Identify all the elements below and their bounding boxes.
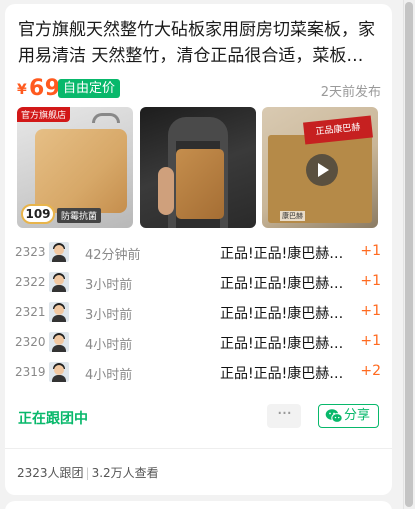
order-row: 2321 3小时前 正品!正品!康巴赫天然整竹 +1 [15, 300, 381, 326]
cutting-board-graphic [176, 149, 224, 219]
board-handle-graphic [92, 113, 120, 123]
share-label: 分享 [344, 408, 371, 423]
order-row: 2323 42分钟前 正品!正品!康巴赫天然整竹 +1 [15, 240, 381, 266]
order-row: 2319 4小时前 正品!正品!康巴赫天然整竹 +2 [15, 360, 381, 386]
product-image-1[interactable]: 官方旗舰店 109 防霉抗菌 [17, 107, 133, 228]
feature-tag: 防霉抗菌 [57, 208, 102, 223]
user-avatar-icon [49, 272, 69, 292]
card-stats: 2323人跟团 | 3.2万人查看 [17, 464, 159, 481]
order-product-name: 正品!正品!康巴赫天然整竹 [220, 306, 345, 322]
video-caption: 康巴赫 [280, 211, 305, 221]
view-count: 3.2万人查看 [91, 466, 159, 480]
order-product-name: 正品!正品!康巴赫天然整竹 [220, 366, 345, 382]
cutting-board-graphic [35, 129, 127, 213]
order-time: 4小时前 [85, 338, 133, 353]
order-time: 4小时前 [85, 368, 133, 383]
price-currency: ¥ [17, 82, 27, 98]
order-row: 2320 4小时前 正品!正品!康巴赫天然整竹 +1 [15, 330, 381, 356]
divider [5, 448, 392, 449]
order-number: 2323 [15, 245, 46, 259]
more-button[interactable]: ··· [267, 404, 301, 428]
scrollbar-thumb[interactable] [405, 2, 413, 507]
publish-time: 2天前发布 [320, 85, 381, 100]
product-video-thumbnail[interactable]: 正品康巴赫 康巴赫 [262, 107, 378, 228]
product-image-2[interactable] [140, 107, 256, 228]
product-title[interactable]: 官方旗舰天然整竹大砧板家用厨房切菜案板，家用易清洁 天然整竹，清仓正品很合适，菜… [18, 17, 380, 69]
user-avatar-icon [49, 302, 69, 322]
user-avatar-icon [49, 362, 69, 382]
order-number: 2322 [15, 275, 46, 289]
wechat-icon [325, 409, 343, 423]
image-price-tag: 109 [21, 204, 55, 224]
order-quantity: +1 [360, 243, 381, 259]
order-product-name: 正品!正品!康巴赫天然整竹 [220, 246, 345, 262]
user-avatar-icon [49, 242, 69, 262]
group-buy-card[interactable]: 官方旗舰天然整竹大砧板家用厨房切菜案板，家用易清洁 天然整竹，清仓正品很合适，菜… [5, 4, 392, 495]
order-time: 3小时前 [85, 308, 133, 323]
user-avatar-icon [49, 332, 69, 352]
price-row: ¥ 69 自由定价 2天前发布 [17, 76, 383, 102]
play-icon[interactable] [306, 154, 338, 186]
scrollbar[interactable] [403, 0, 415, 509]
order-product-name: 正品!正品!康巴赫天然整竹 [220, 276, 345, 292]
order-number: 2320 [15, 335, 46, 349]
order-quantity: +1 [360, 333, 381, 349]
order-quantity: +1 [360, 273, 381, 289]
order-time: 3小时前 [85, 278, 133, 293]
order-quantity: +2 [360, 363, 381, 379]
order-row: 2322 3小时前 正品!正品!康巴赫天然整竹 +1 [15, 270, 381, 296]
shop-label: 官方旗舰店 [17, 107, 71, 122]
share-button[interactable]: 分享 [318, 404, 379, 428]
group-status: 正在跟团中 [18, 411, 88, 427]
order-product-name: 正品!正品!康巴赫天然整竹 [220, 336, 345, 352]
stats-separator: | [85, 466, 90, 480]
order-number: 2321 [15, 305, 46, 319]
free-pricing-badge: 自由定价 [58, 79, 121, 98]
product-price: 69 [29, 76, 61, 101]
follower-count: 2323人跟团 [17, 466, 84, 480]
order-time: 42分钟前 [85, 248, 141, 263]
order-number: 2319 [15, 365, 46, 379]
next-card[interactable] [5, 501, 392, 509]
order-quantity: +1 [360, 303, 381, 319]
arm-graphic [158, 167, 174, 215]
